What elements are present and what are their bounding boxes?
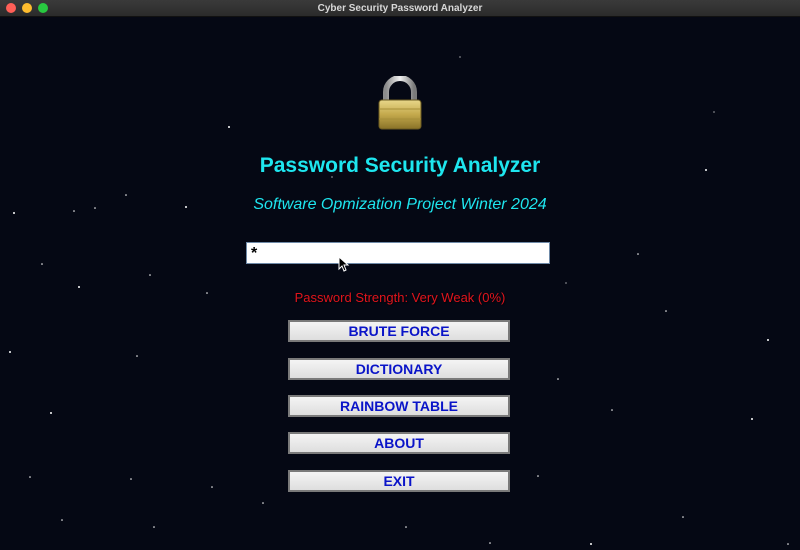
maximize-window-button[interactable] (38, 3, 48, 13)
close-window-button[interactable] (6, 3, 16, 13)
minimize-window-button[interactable] (22, 3, 32, 13)
rainbow-table-button[interactable]: RAINBOW TABLE (288, 395, 510, 417)
password-strength-label: Password Strength: Very Weak (0%) (294, 290, 506, 305)
app-window: Cyber Security Password Analyzer Passwor… (0, 0, 800, 550)
dictionary-button[interactable]: DICTIONARY (288, 358, 510, 380)
padlock-icon (378, 76, 422, 130)
mouse-pointer-icon (338, 256, 350, 272)
brute-force-button[interactable]: BRUTE FORCE (288, 320, 510, 342)
window-title: Cyber Security Password Analyzer (317, 2, 483, 14)
app-title: Password Security Analyzer (259, 154, 541, 177)
title-bar: Cyber Security Password Analyzer (0, 0, 800, 17)
app-subtitle: Software Opmization Project Winter 2024 (253, 196, 547, 213)
exit-button[interactable]: EXIT (288, 470, 510, 492)
window-controls (6, 3, 48, 13)
password-input-value: * (251, 245, 258, 262)
about-button[interactable]: ABOUT (288, 432, 510, 454)
password-input[interactable]: * (246, 242, 550, 264)
